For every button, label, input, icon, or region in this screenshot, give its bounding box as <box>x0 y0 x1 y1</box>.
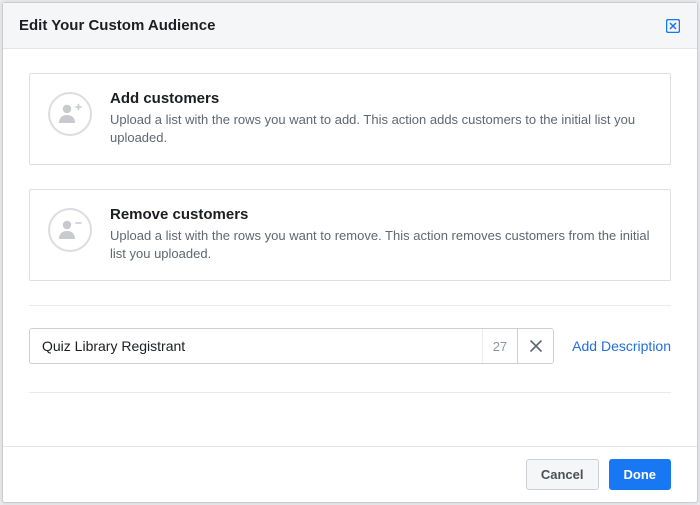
dialog-body: Add customers Upload a list with the row… <box>3 49 697 446</box>
add-description-link[interactable]: Add Description <box>572 338 671 354</box>
dialog-header: Edit Your Custom Audience <box>3 3 697 49</box>
add-customers-text: Add customers Upload a list with the row… <box>110 90 652 146</box>
remove-customers-card[interactable]: Remove customers Upload a list with the … <box>29 189 671 281</box>
remove-customers-title: Remove customers <box>110 206 652 223</box>
dialog-footer: Cancel Done <box>3 446 697 502</box>
clear-name-button[interactable] <box>517 329 553 363</box>
divider <box>29 305 671 306</box>
edit-audience-dialog: Edit Your Custom Audience Add customers … <box>2 2 698 503</box>
audience-name-input[interactable] <box>30 329 482 363</box>
close-icon <box>666 19 680 33</box>
divider-bottom <box>29 392 671 393</box>
audience-name-group: 27 <box>29 328 554 364</box>
remove-customers-description: Upload a list with the rows you want to … <box>110 227 652 262</box>
cancel-button[interactable]: Cancel <box>526 459 599 490</box>
add-customers-title: Add customers <box>110 90 652 107</box>
user-plus-icon <box>48 92 92 136</box>
user-minus-icon <box>48 208 92 252</box>
add-customers-card[interactable]: Add customers Upload a list with the row… <box>29 73 671 165</box>
remove-customers-text: Remove customers Upload a list with the … <box>110 206 652 262</box>
char-count: 27 <box>482 329 517 363</box>
close-button[interactable] <box>665 18 681 34</box>
done-button[interactable]: Done <box>609 459 672 490</box>
name-row: 27 Add Description <box>29 328 671 364</box>
add-customers-description: Upload a list with the rows you want to … <box>110 111 652 146</box>
x-icon <box>530 340 542 352</box>
dialog-title: Edit Your Custom Audience <box>19 17 215 34</box>
